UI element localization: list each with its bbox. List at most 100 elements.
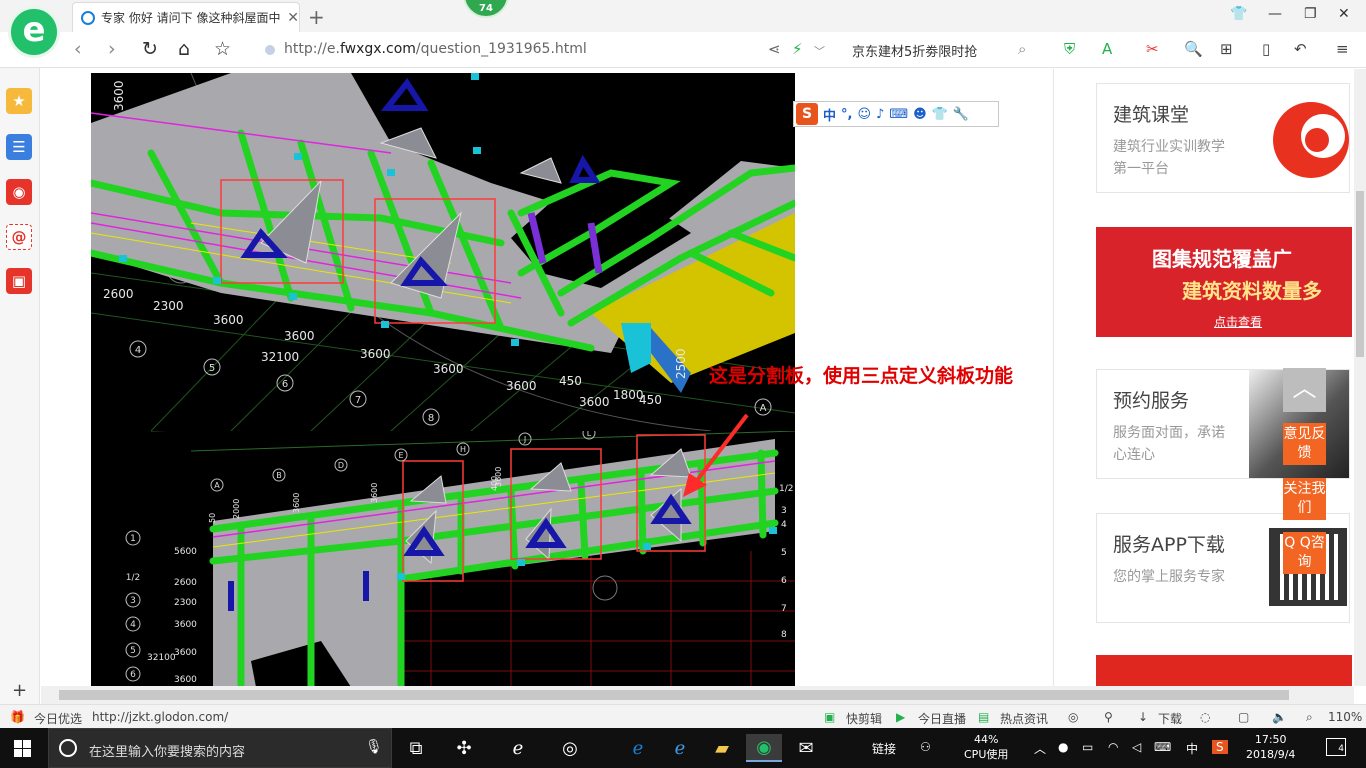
- shield-icon[interactable]: ⛨: [1064, 40, 1075, 58]
- sogou-logo-icon[interactable]: S: [796, 103, 818, 125]
- ime-punct-toggle[interactable]: °,: [841, 107, 852, 122]
- svg-text:450: 450: [639, 393, 662, 407]
- browser-app-icon[interactable]: ◎: [556, 734, 584, 762]
- horizontal-scrollbar[interactable]: [41, 686, 1354, 704]
- pinwheel-app-icon[interactable]: ✣: [450, 734, 478, 762]
- task-view-icon[interactable]: ⧉: [402, 734, 430, 762]
- screenshot-scissors-icon[interactable]: ✂: [1146, 40, 1159, 58]
- svg-text:32100: 32100: [147, 653, 176, 663]
- volume-tray-icon[interactable]: ◁: [1132, 740, 1141, 754]
- new-tab-button[interactable]: +: [308, 5, 325, 29]
- active-browser-icon[interactable]: ◉: [746, 734, 782, 762]
- ad-card-title: 预约服务: [1113, 390, 1190, 412]
- edge-browser-icon[interactable]: ℯ: [624, 734, 652, 762]
- tray-bell-icon[interactable]: ●: [1058, 740, 1068, 754]
- tray-overflow-icon[interactable]: ︿: [1034, 740, 1046, 757]
- svg-text:2600: 2600: [103, 287, 134, 301]
- feedback-button[interactable]: 意见反馈: [1283, 423, 1326, 465]
- sogou-tray-icon[interactable]: S: [1212, 740, 1228, 754]
- volume-icon[interactable]: 🔈: [1272, 710, 1287, 724]
- live-link[interactable]: 今日直播: [918, 710, 966, 727]
- hot-news-link[interactable]: 热点资讯: [1000, 710, 1048, 727]
- windows-start-icon[interactable]: [14, 740, 31, 757]
- ime-keyboard-icon[interactable]: ⌨: [889, 107, 908, 122]
- mail-icon[interactable]: ✉: [792, 734, 820, 762]
- reading-list-icon[interactable]: ☰: [6, 134, 32, 160]
- quick-clip-link[interactable]: 快剪辑: [846, 710, 882, 727]
- zoom-level[interactable]: 110%: [1328, 710, 1362, 724]
- live-icon[interactable]: ▶: [896, 710, 905, 724]
- game-icon[interactable]: ▣: [6, 268, 32, 294]
- browser-tab[interactable]: 专家 你好 请问下 像这种斜屋面中 ✕: [72, 2, 300, 32]
- weibo-icon[interactable]: ◉: [6, 179, 32, 205]
- qq-consult-button[interactable]: Q Q咨询: [1283, 532, 1326, 574]
- favorites-star-icon[interactable]: ★: [6, 88, 32, 114]
- vertical-scrollbar[interactable]: [1354, 69, 1366, 686]
- add-sidebar-item-button[interactable]: +: [12, 680, 27, 701]
- edge-icon[interactable]: ℯ: [504, 734, 532, 762]
- keyboard-icon[interactable]: ⌨: [1154, 740, 1171, 754]
- refresh-button[interactable]: ↻: [142, 38, 158, 60]
- ime-settings-wrench-icon[interactable]: 🔧: [953, 107, 969, 122]
- ad-banner-resources[interactable]: 图集规范覆盖广 建筑资料数量多 点击查看: [1096, 227, 1352, 337]
- refresh-status-icon[interactable]: ◌: [1200, 710, 1210, 724]
- taskbar-search[interactable]: 在这里输入你要搜索的内容 🎙: [48, 728, 392, 768]
- banner-cta[interactable]: 点击查看: [1214, 313, 1262, 330]
- undo-icon[interactable]: ↶: [1294, 40, 1307, 58]
- ad-card-course[interactable]: 建筑课堂 建筑行业实训教学第一平台: [1096, 83, 1350, 193]
- news-icon[interactable]: ▤: [978, 710, 989, 724]
- wifi-icon[interactable]: ◠: [1108, 740, 1118, 754]
- share-icon[interactable]: ⋖: [768, 40, 781, 58]
- today-picks-link[interactable]: 今日优选: [34, 710, 82, 727]
- notification-center-icon[interactable]: 4: [1326, 738, 1346, 756]
- email-icon[interactable]: @: [6, 224, 32, 250]
- ime-emoji-icon[interactable]: ☺: [857, 107, 871, 122]
- url-field[interactable]: http://e.fwxgx.com/question_1931965.html: [284, 41, 587, 57]
- file-explorer-icon[interactable]: ▰: [708, 734, 736, 762]
- ad-banner-bottom[interactable]: [1096, 655, 1352, 686]
- lightning-icon[interactable]: ⚡: [792, 40, 803, 58]
- forward-button[interactable]: ›: [108, 38, 116, 60]
- close-window-button[interactable]: ✕: [1338, 6, 1350, 22]
- search-icon[interactable]: ⌕: [1018, 40, 1026, 58]
- tab-close-icon[interactable]: ✕: [287, 10, 299, 26]
- window-icon[interactable]: ▢: [1238, 710, 1249, 724]
- internet-explorer-icon[interactable]: ℯ: [666, 734, 694, 762]
- back-to-top-button[interactable]: ︿: [1283, 368, 1326, 412]
- horizontal-scroll-thumb[interactable]: [59, 690, 1289, 700]
- ime-chinese-toggle[interactable]: 中: [823, 105, 836, 124]
- score-badge[interactable]: 74: [463, 0, 509, 18]
- battery-icon[interactable]: ▭: [1082, 740, 1093, 754]
- home-button[interactable]: ⌂: [178, 38, 190, 60]
- input-language[interactable]: 中: [1186, 740, 1198, 757]
- reader-icon[interactable]: ▯: [1262, 40, 1270, 58]
- ime-skin-icon[interactable]: 👕: [932, 107, 948, 122]
- restore-button[interactable]: ❐: [1304, 6, 1317, 22]
- ime-toolbar[interactable]: S 中 °, ☺ ♪ ⌨ ☻ 👕 🔧: [793, 101, 999, 127]
- search-box[interactable]: 京东建材5折劵限时抢: [852, 41, 977, 60]
- accelerate-icon[interactable]: ◎: [1068, 710, 1078, 724]
- people-icon[interactable]: ⚇: [920, 740, 931, 754]
- taskbar-clock[interactable]: 17:50 2018/9/4: [1246, 732, 1295, 762]
- vertical-scroll-thumb[interactable]: [1356, 191, 1364, 357]
- ime-user-icon[interactable]: ☻: [913, 107, 927, 122]
- skin-icon[interactable]: 👕: [1230, 6, 1247, 22]
- apps-grid-icon[interactable]: ⊞: [1220, 40, 1233, 58]
- download-link[interactable]: 下载: [1158, 710, 1182, 727]
- microphone-icon[interactable]: 🎙: [365, 739, 383, 755]
- clip-icon[interactable]: ▣: [824, 710, 835, 724]
- pin-icon[interactable]: ⚲: [1104, 710, 1113, 724]
- translate-icon[interactable]: A: [1102, 40, 1112, 58]
- minimize-button[interactable]: —: [1268, 6, 1282, 22]
- follow-us-button[interactable]: 关注我们: [1283, 478, 1326, 520]
- chevron-down-icon[interactable]: ﹀: [814, 43, 825, 59]
- taskbar-link-toolbar[interactable]: 链接: [872, 740, 896, 757]
- menu-icon[interactable]: ≡: [1336, 40, 1349, 58]
- back-button[interactable]: ‹: [74, 38, 82, 60]
- gift-icon[interactable]: 🎁: [10, 710, 25, 724]
- favorite-star-button[interactable]: ☆: [214, 38, 231, 60]
- zoom-icon[interactable]: ⌕: [1306, 710, 1313, 725]
- ime-voice-icon[interactable]: ♪: [876, 107, 884, 122]
- magnifier-icon[interactable]: 🔍: [1184, 40, 1203, 58]
- download-icon[interactable]: ↓: [1138, 710, 1148, 724]
